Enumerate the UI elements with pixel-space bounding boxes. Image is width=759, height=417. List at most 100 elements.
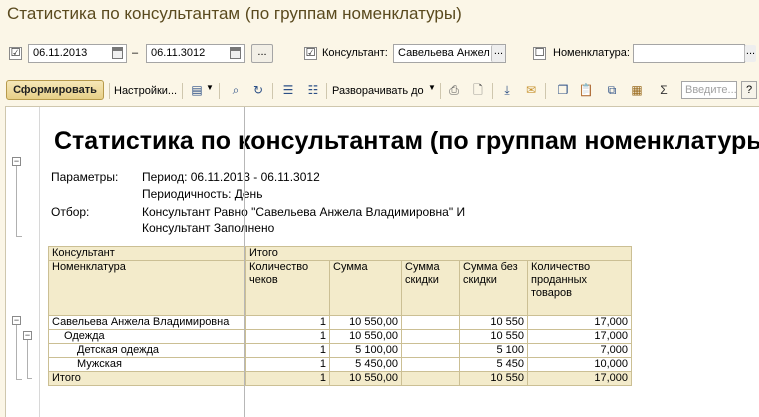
help-button[interactable]: ? <box>741 81 757 99</box>
period-select-button[interactable]: ... <box>251 44 273 63</box>
nomenclature-checkbox[interactable]: ☐ <box>533 47 546 60</box>
consultant-field[interactable]: Савельева Анжел <box>393 44 506 63</box>
toolbar-separator <box>440 83 441 99</box>
row-net[interactable]: 5 100 <box>459 343 528 358</box>
total-net[interactable]: 10 550 <box>459 371 528 386</box>
row-name[interactable]: Одежда <box>48 329 246 344</box>
copy-icon[interactable]: ❐ <box>555 82 571 98</box>
row-checks[interactable]: 1 <box>245 343 330 358</box>
params-label: Параметры: <box>51 170 119 184</box>
row-discount[interactable] <box>401 343 460 358</box>
date-separator: – <box>132 47 139 59</box>
paste-cells-icon[interactable]: ▦ <box>629 82 645 98</box>
row-net[interactable]: 10 550 <box>459 329 528 344</box>
consultant-value: Савельева Анжел <box>398 47 490 59</box>
header-consultant: Консультант <box>48 246 246 261</box>
variant-icon[interactable]: ▤ <box>189 82 205 98</box>
row-qty[interactable]: 17,000 <box>527 329 632 344</box>
total-checks[interactable]: 1 <box>245 371 330 386</box>
calendar-icon[interactable] <box>112 47 123 59</box>
row-qty[interactable]: 7,000 <box>527 343 632 358</box>
row-net[interactable]: 5 450 <box>459 357 528 372</box>
table-row: Детская одежда 1 5 100,00 5 100 7,000 <box>48 343 632 358</box>
toolbar-separator <box>219 83 220 99</box>
expand-to-button[interactable]: Разворачивать до <box>332 85 424 97</box>
group-line <box>16 166 17 236</box>
collapse-icon[interactable]: − <box>12 157 21 166</box>
row-name[interactable]: Савельева Анжела Владимировна <box>48 315 246 330</box>
consultant-checkbox[interactable]: ☑ <box>304 47 317 60</box>
group-line <box>16 236 22 237</box>
group-line <box>16 325 17 379</box>
row-name[interactable]: Детская одежда <box>48 343 246 358</box>
row-discount[interactable] <box>401 315 460 330</box>
total-row: Итого 1 10 550,00 10 550 17,000 <box>48 371 632 386</box>
report-toolbar: Сформировать Настройки... ▤ ▼ ⌕ ↻ ☰ ☷ Ра… <box>0 77 759 103</box>
total-sum[interactable]: 10 550,00 <box>329 371 402 386</box>
row-discount[interactable] <box>401 357 460 372</box>
row-qty[interactable]: 10,000 <box>527 357 632 372</box>
date-from-value: 06.11.2013 <box>33 47 88 59</box>
search-field[interactable]: Введите... <box>681 81 737 99</box>
generate-button[interactable]: Сформировать <box>6 80 104 100</box>
table-header-row: Консультант Итого <box>48 246 632 261</box>
row-checks[interactable]: 1 <box>245 315 330 330</box>
toolbar-separator <box>492 83 493 99</box>
total-name[interactable]: Итого <box>48 371 246 386</box>
header-sum: Сумма <box>329 260 402 316</box>
paste-icon[interactable]: 📋 <box>578 82 594 98</box>
save-icon[interactable]: ⤓ <box>499 82 515 98</box>
consultant-select-button[interactable]: ... <box>491 45 505 62</box>
collapse-icon[interactable]: − <box>23 331 32 340</box>
nomenclature-select-button[interactable]: ... <box>744 45 756 62</box>
row-qty[interactable]: 17,000 <box>527 315 632 330</box>
row-sum[interactable]: 5 450,00 <box>329 357 402 372</box>
date-to-value: 06.11.3012 <box>151 47 206 59</box>
group-expand-icon[interactable]: ☷ <box>305 82 321 98</box>
consultant-label: Консультант: <box>322 47 388 59</box>
row-discount[interactable] <box>401 329 460 344</box>
nomenclature-label: Номенклатура: <box>553 47 630 59</box>
header-sum-without-discount: Сумма без скидки <box>459 260 528 316</box>
report-document: − − − Статистика по консультантам (по гр… <box>5 106 759 417</box>
refresh-icon[interactable]: ↻ <box>250 82 266 98</box>
collapse-icon[interactable]: − <box>12 316 21 325</box>
report-title: Статистика по консультантам (по группам … <box>54 127 759 155</box>
group-collapse-icon[interactable]: ☰ <box>280 82 296 98</box>
period-text: Период: 06.11.2013 - 06.11.3012 <box>142 170 320 184</box>
header-checks-count: Количество чеков <box>245 260 330 316</box>
table-row: Савельева Анжела Владимировна 1 10 550,0… <box>48 315 632 330</box>
row-sum[interactable]: 5 100,00 <box>329 343 402 358</box>
toolbar-separator <box>272 83 273 99</box>
total-discount[interactable] <box>401 371 460 386</box>
sum-icon[interactable]: Σ <box>656 82 672 98</box>
row-sum[interactable]: 10 550,00 <box>329 329 402 344</box>
toolbar-separator <box>326 83 327 99</box>
filter-text-line2: Консультант Заполнено <box>142 221 275 235</box>
row-net[interactable]: 10 550 <box>459 315 528 330</box>
calendar-icon[interactable] <box>230 47 241 59</box>
print-icon[interactable]: ⎙ <box>446 82 462 98</box>
row-name[interactable]: Мужская <box>48 357 246 372</box>
row-sum[interactable]: 10 550,00 <box>329 315 402 330</box>
window-title: Статистика по консультантам (по группам … <box>7 4 462 23</box>
group-line <box>27 378 32 379</box>
find-icon[interactable]: ⌕ <box>228 82 244 98</box>
row-checks[interactable]: 1 <box>245 357 330 372</box>
period-checkbox[interactable]: ☑ <box>9 47 22 60</box>
nomenclature-field[interactable] <box>633 44 745 63</box>
group-line <box>16 379 22 380</box>
preview-icon[interactable]: 🗋 <box>470 82 486 98</box>
chevron-down-icon[interactable]: ▼ <box>428 83 436 92</box>
mail-icon[interactable]: ✉ <box>523 82 539 98</box>
table-row: Одежда 1 10 550,00 10 550 17,000 <box>48 329 632 344</box>
column-divider <box>244 107 245 417</box>
report-table: Консультант Итого Номенклатура Количеств… <box>48 246 632 386</box>
chevron-down-icon[interactable]: ▼ <box>206 83 214 92</box>
table-row: Мужская 1 5 450,00 5 450 10,000 <box>48 357 632 372</box>
row-checks[interactable]: 1 <box>245 329 330 344</box>
copy-cells-icon[interactable]: ⧉ <box>604 82 620 98</box>
total-qty[interactable]: 17,000 <box>527 371 632 386</box>
header-sold-qty: Количество проданных товаров <box>527 260 632 316</box>
settings-button[interactable]: Настройки... <box>114 85 177 97</box>
